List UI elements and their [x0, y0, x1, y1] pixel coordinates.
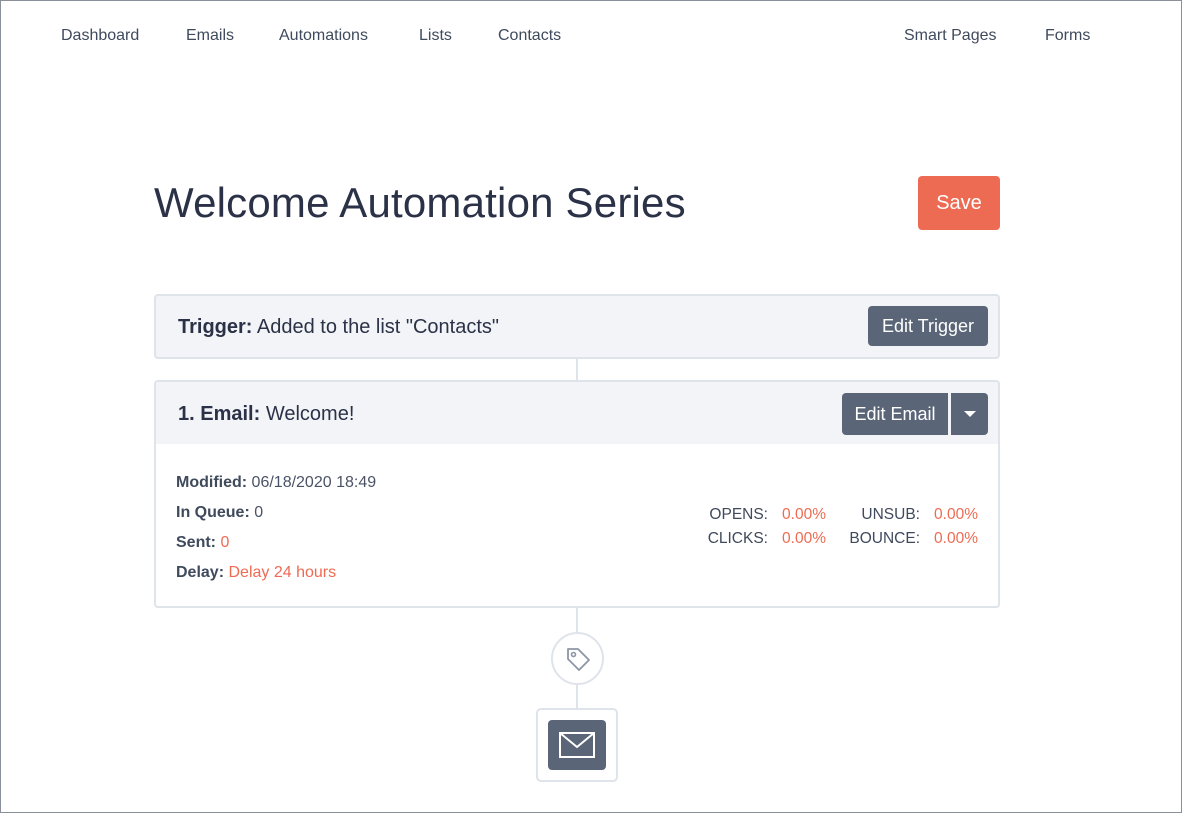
- nav-forms[interactable]: Forms: [1045, 26, 1090, 46]
- trigger-label: Trigger:: [178, 316, 253, 338]
- queue-row: In Queue: 0: [176, 504, 263, 522]
- trigger-text: Added to the list "Contacts": [256, 316, 500, 338]
- email-step-card: 1. Email: Welcome! Edit Email Modified: …: [154, 380, 1000, 608]
- sent-value[interactable]: 0: [220, 534, 229, 551]
- envelope-icon: [559, 732, 595, 758]
- modified-row: Modified: 06/18/2020 18:49: [176, 474, 376, 492]
- trigger-description: Trigger: Added to the list "Contacts": [178, 316, 499, 339]
- add-email-step-button[interactable]: [536, 708, 618, 782]
- opens-label: OPENS:: [709, 506, 768, 523]
- modified-value: 06/18/2020 18:49: [251, 474, 377, 491]
- email-node-inner: [548, 720, 606, 770]
- queue-value: 0: [254, 504, 264, 521]
- chevron-down-icon: [964, 411, 976, 417]
- delay-value[interactable]: Delay 24 hours: [228, 564, 336, 581]
- queue-label: In Queue:: [176, 504, 250, 521]
- email-step-name: Welcome!: [265, 403, 355, 425]
- page-title: Welcome Automation Series: [154, 179, 686, 226]
- clicks-value: 0.00%: [782, 530, 826, 547]
- delay-label: Delay:: [176, 564, 225, 581]
- modified-label: Modified:: [176, 474, 248, 491]
- connector-line: [576, 685, 578, 709]
- save-button[interactable]: Save: [918, 176, 1000, 230]
- connector-line: [576, 607, 578, 632]
- opens-value: 0.00%: [782, 506, 826, 523]
- email-step-header: 1. Email: Welcome! Edit Email: [156, 382, 998, 444]
- nav-emails[interactable]: Emails: [186, 26, 234, 46]
- sent-label: Sent:: [176, 534, 216, 551]
- nav-smart-pages[interactable]: Smart Pages: [904, 26, 996, 46]
- delay-row: Delay: Delay 24 hours: [176, 564, 336, 582]
- nav-automations[interactable]: Automations: [279, 26, 368, 46]
- email-step-label: 1. Email:: [178, 403, 261, 425]
- unsub-label: UNSUB:: [861, 506, 920, 523]
- email-options-dropdown[interactable]: [951, 393, 988, 435]
- nav-contacts[interactable]: Contacts: [498, 26, 561, 46]
- bounce-label: BOUNCE:: [849, 530, 920, 547]
- sent-row: Sent: 0: [176, 534, 229, 552]
- bounce-value: 0.00%: [934, 530, 978, 547]
- nav-lists[interactable]: Lists: [419, 26, 452, 46]
- trigger-card: Trigger: Added to the list "Contacts" Ed…: [154, 294, 1000, 359]
- unsub-value: 0.00%: [934, 506, 978, 523]
- email-step-title: 1. Email: Welcome!: [178, 403, 354, 426]
- tag-icon: [567, 648, 590, 671]
- connector-line: [576, 359, 578, 381]
- nav-dashboard[interactable]: Dashboard: [61, 26, 139, 46]
- clicks-label: CLICKS:: [707, 530, 768, 547]
- edit-trigger-button[interactable]: Edit Trigger: [868, 306, 988, 346]
- edit-email-button[interactable]: Edit Email: [842, 393, 948, 435]
- add-tag-step-button[interactable]: [551, 632, 604, 685]
